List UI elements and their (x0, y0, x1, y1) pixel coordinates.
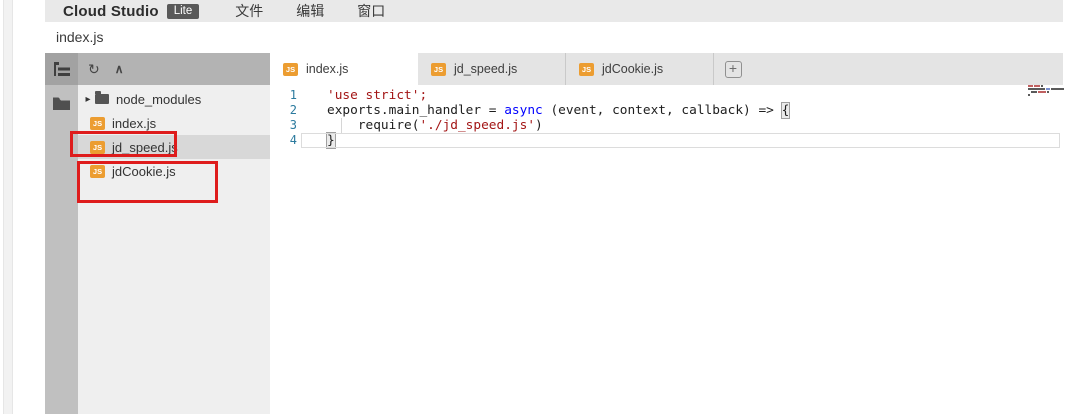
explorer-view-button[interactable] (45, 53, 78, 85)
new-tab-cell: + (714, 53, 752, 85)
file-tree: ▸ node_modules JS index.js JS jd_speed.j… (78, 85, 270, 183)
plain-token: require( (327, 118, 419, 133)
menu-item-file[interactable]: 文件 (235, 1, 263, 21)
activity-bar (45, 53, 78, 414)
plain-token: (event, context, callback) => (543, 103, 782, 118)
collapsed-panel-strip[interactable] (3, 0, 13, 414)
string-token: './jd_speed.js' (419, 118, 535, 133)
tree-item-index-js[interactable]: JS index.js (78, 111, 270, 135)
chevron-right-icon[interactable]: ▸ (83, 94, 93, 105)
minimap-line (1028, 88, 1066, 90)
tree-item-label: node_modules (116, 92, 201, 107)
new-tab-icon[interactable]: + (725, 61, 742, 78)
js-file-icon: JS (283, 63, 298, 76)
app-logo: Cloud Studio (63, 3, 159, 20)
tree-item-label: jd_speed.js (112, 140, 178, 155)
code-text: } (327, 133, 335, 148)
editor-tab-bar: JS index.js JS jd_speed.js JS jdCookie.j… (270, 53, 1063, 85)
tab-index-js[interactable]: JS index.js (270, 53, 418, 85)
minimap[interactable] (1028, 85, 1066, 97)
code-editor[interactable]: 1 'use strict'; 2 exports.main_handler =… (270, 85, 1063, 414)
code-text: exports.main_handler = async (event, con… (327, 103, 789, 118)
cloud-studio-window: Cloud Studio Lite 文件 编辑 窗口 index.js (0, 0, 1067, 414)
plain-token: exports.main_handler = (327, 103, 504, 118)
collapse-all-icon[interactable]: ∧ (115, 63, 124, 75)
menu-items: 文件 编辑 窗口 (235, 1, 385, 21)
explorer-panel: ↻ ∧ ▸ node_modules JS index.js JS jd_spe… (78, 53, 270, 414)
js-file-icon: JS (90, 117, 105, 130)
code-text: require('./jd_speed.js') (327, 118, 543, 133)
folder-view-button[interactable] (45, 85, 78, 121)
line-number: 2 (270, 103, 297, 118)
folder-icon (53, 97, 70, 110)
current-line-highlight (301, 133, 1060, 148)
tree-item-jdcookie-js[interactable]: JS jdCookie.js (78, 159, 270, 183)
lite-badge: Lite (167, 4, 200, 19)
folder-icon (95, 94, 109, 104)
js-file-icon: JS (90, 141, 105, 154)
code-line-4[interactable]: 4 } (270, 133, 1063, 148)
tree-item-label: jdCookie.js (112, 164, 176, 179)
minimap-line (1028, 85, 1066, 87)
js-file-icon: JS (579, 63, 594, 76)
menu-bar: Cloud Studio Lite 文件 编辑 窗口 (45, 0, 1063, 22)
js-file-icon: JS (431, 63, 446, 76)
menu-item-window[interactable]: 窗口 (357, 1, 385, 21)
tab-jdcookie-js[interactable]: JS jdCookie.js (566, 53, 714, 85)
tab-label: jdCookie.js (602, 62, 663, 76)
code-line-3[interactable]: 3 require('./jd_speed.js') (270, 118, 1063, 133)
plain-token: ) (535, 118, 543, 133)
code-line-1[interactable]: 1 'use strict'; (270, 88, 1063, 103)
js-file-icon: JS (90, 165, 105, 178)
breadcrumb-bar: index.js (45, 22, 1063, 53)
close-brace-token: } (327, 133, 335, 148)
minimap-line (1028, 91, 1066, 93)
file-tree-icon (54, 62, 70, 76)
line-number: 4 (270, 133, 297, 148)
string-token: 'use strict'; (327, 88, 427, 103)
tree-item-label: index.js (112, 116, 156, 131)
code-text: 'use strict'; (327, 88, 427, 103)
line-number: 1 (270, 88, 297, 103)
tab-label: index.js (306, 62, 348, 76)
explorer-toolbar: ↻ ∧ (78, 53, 270, 85)
breadcrumb: index.js (45, 22, 1063, 52)
open-brace-token: { (782, 103, 790, 118)
line-number: 3 (270, 118, 297, 133)
keyword-token: async (504, 103, 543, 118)
tab-label: jd_speed.js (454, 62, 517, 76)
code-line-2[interactable]: 2 exports.main_handler = async (event, c… (270, 103, 1063, 118)
tree-item-jd-speed-js[interactable]: JS jd_speed.js (78, 135, 270, 159)
minimap-line (1028, 94, 1066, 96)
refresh-icon[interactable]: ↻ (88, 62, 100, 76)
tree-item-node-modules[interactable]: ▸ node_modules (78, 87, 270, 111)
menu-item-edit[interactable]: 编辑 (296, 1, 324, 21)
tab-jd-speed-js[interactable]: JS jd_speed.js (418, 53, 566, 85)
